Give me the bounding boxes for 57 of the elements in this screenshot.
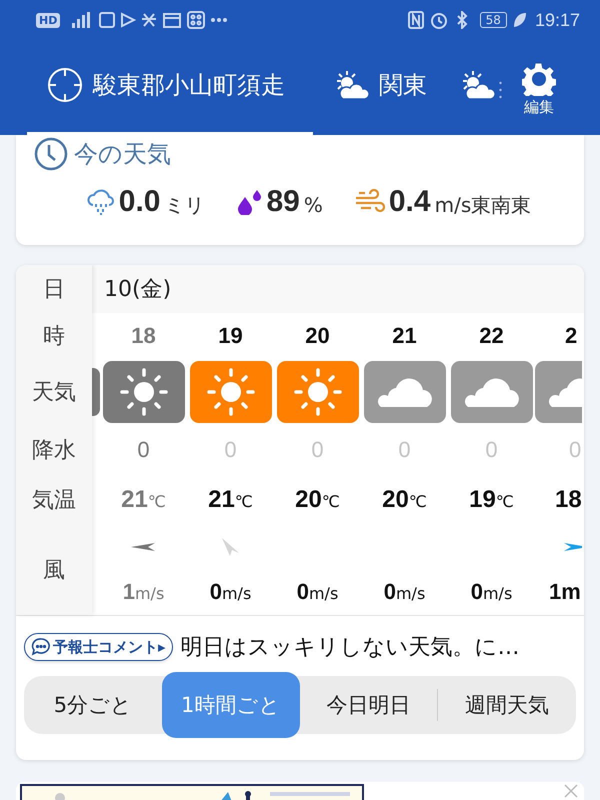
row-label: 気温 (31, 487, 77, 515)
edit-button[interactable]: 編集 (522, 40, 556, 135)
hour-label: 22 (479, 323, 504, 349)
row-label: 降水 (31, 437, 77, 465)
temperature: 20℃ (295, 486, 340, 514)
clock-time: 19:17 (534, 10, 580, 30)
precip-value: 0 (137, 437, 150, 463)
rain-value: 0.0 (118, 185, 160, 219)
hd-indicator: HD (36, 12, 60, 28)
crosshair-icon (47, 67, 83, 103)
temperature: 18 (555, 486, 582, 514)
view-tab[interactable]: 今日明日 (300, 676, 438, 734)
leaf-icon (512, 12, 527, 28)
water-drops-icon (236, 189, 262, 215)
precip-value: 0 (224, 437, 237, 463)
location-tab[interactable]: 関東 (313, 38, 447, 135)
view-tab[interactable]: 5分ごと (24, 676, 162, 734)
hour-label: 18 (131, 323, 156, 349)
precip-value: 0 (398, 437, 411, 463)
wind-value: 0.4 (388, 185, 431, 219)
rain-cloud-icon (86, 189, 115, 215)
temperature: 20℃ (382, 486, 427, 514)
row-label: 日 (42, 276, 66, 304)
temperature: 21℃ (121, 486, 166, 514)
hour-label: 20 (305, 323, 330, 349)
row-label: 時 (42, 323, 66, 351)
wind-speed: 0m/s (210, 579, 252, 605)
hour-label: 19 (218, 323, 243, 349)
view-tab[interactable]: 週間天気 (438, 676, 576, 734)
rain-unit: ミリ (164, 192, 204, 218)
wind-speed: 1m (549, 579, 581, 605)
hour-label: 2 (565, 323, 578, 349)
precip-value: 0 (485, 437, 498, 463)
day-label: 10(金) (104, 276, 172, 304)
wind-speed: 0m/s (296, 579, 338, 605)
wind-speed: 1m/s (122, 579, 164, 605)
section-title: 今の天気 (74, 139, 171, 170)
precip-value: 0 (311, 437, 324, 463)
more-dots-icon (499, 80, 502, 98)
battery-indicator: 58 (480, 12, 507, 28)
hour-label: 21 (392, 323, 417, 349)
row-label: 天気 (31, 379, 77, 407)
row-label: 風 (42, 557, 66, 585)
wind-speed: 0m/s (384, 579, 426, 605)
chat-bubble-icon (31, 637, 51, 657)
precip-value: 0 (569, 437, 582, 463)
clock-icon (34, 137, 68, 171)
humidity-unit: % (304, 193, 323, 217)
wind-unit: m/s東南東 (434, 192, 532, 218)
wind-speed: 0m/s (470, 579, 512, 605)
temperature: 19℃ (469, 486, 514, 514)
temperature: 21℃ (208, 486, 253, 514)
forecaster-comment-button[interactable]: 予報士コメント▸ (24, 633, 173, 661)
wind-icon (354, 189, 385, 215)
settings-icon (522, 62, 556, 96)
comment-text: 明日はスッキリしない天気。に… (180, 634, 520, 662)
humidity-value: 89 (266, 185, 300, 219)
